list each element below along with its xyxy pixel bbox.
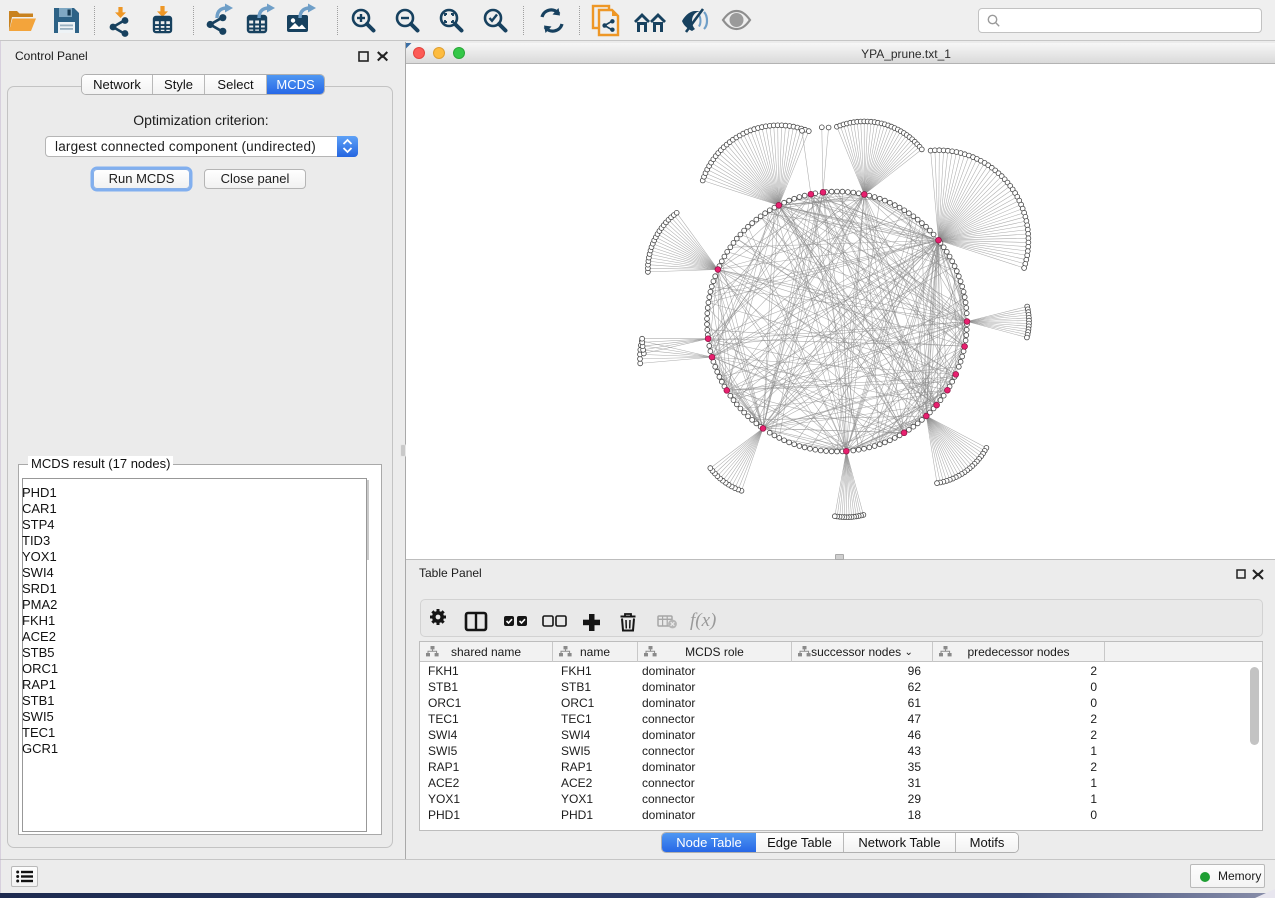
svg-text:f(x): f(x) [690, 610, 716, 631]
